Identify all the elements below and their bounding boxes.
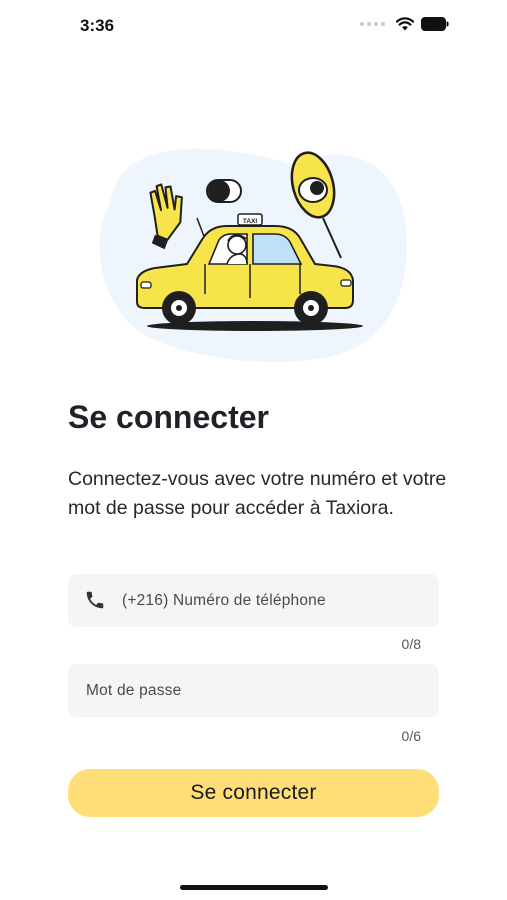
front-wheel [162, 291, 196, 325]
page-subtitle: Connectez-vous avec votre numéro et votr… [68, 468, 447, 519]
battery-icon [421, 17, 449, 31]
password-input[interactable] [86, 664, 416, 717]
status-icons [360, 17, 449, 31]
toggle-icon [206, 179, 242, 203]
phone-icon [86, 591, 104, 609]
login-button[interactable]: Se connecter [68, 769, 439, 817]
password-field[interactable] [68, 664, 439, 717]
home-indicator [180, 885, 328, 890]
status-bar: 3:36 [0, 0, 507, 52]
page-title: Se connecter [68, 399, 269, 435]
phone-field[interactable] [68, 574, 439, 627]
taxi-illustration: TAXI [99, 148, 407, 362]
phone-char-counter: 0/8 [401, 636, 421, 652]
status-time: 3:36 [80, 16, 115, 35]
password-char-counter: 0/6 [401, 728, 421, 744]
wifi-icon [396, 17, 414, 31]
driver [226, 234, 248, 265]
rear-wheel [294, 291, 328, 325]
signal-dots-icon [360, 22, 385, 26]
phone-input[interactable] [122, 574, 422, 627]
taxi-sign-text: TAXI [243, 218, 258, 225]
